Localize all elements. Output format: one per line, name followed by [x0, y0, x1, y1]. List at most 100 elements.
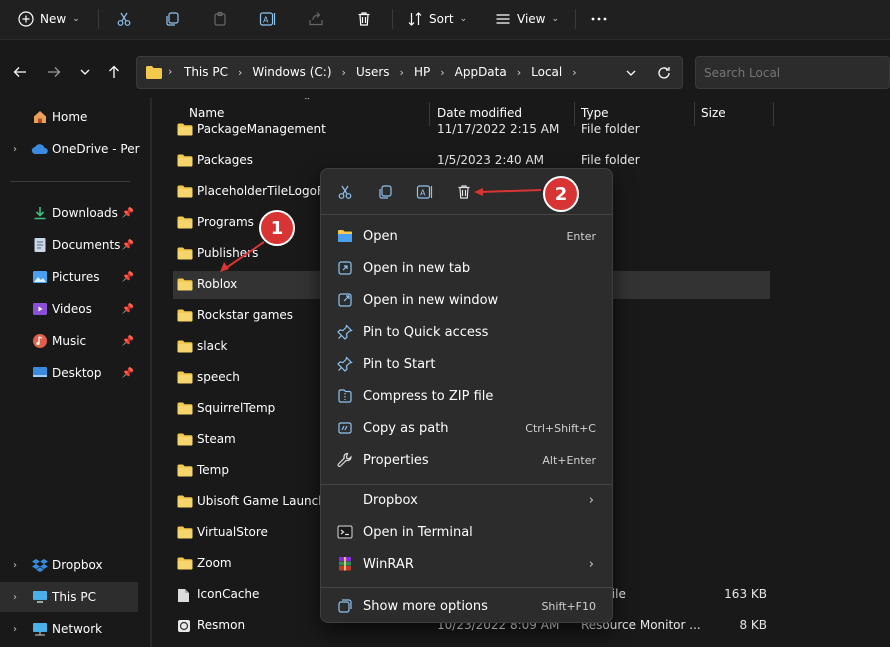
network-icon	[30, 621, 50, 637]
menu-item-compress-zip[interactable]: Compress to ZIP file	[327, 381, 606, 411]
file-date: 11/17/2022 2:15 AM	[437, 122, 560, 136]
sidebar-item-videos[interactable]: Videos 📌	[0, 296, 140, 322]
file-name: VirtualStore	[197, 525, 268, 539]
cut-button[interactable]	[116, 7, 132, 31]
chevron-right-icon[interactable]: ›	[509, 66, 529, 79]
chevron-right-icon[interactable]: ›	[0, 592, 30, 603]
sidebar-item-documents[interactable]: Documents 📌	[0, 232, 140, 258]
folder-icon	[177, 433, 193, 446]
sidebar-item-downloads[interactable]: Downloads 📌	[0, 200, 140, 226]
menu-item-pin-quick-access[interactable]: Pin to Quick access	[327, 317, 606, 347]
open-folder-icon	[327, 229, 363, 243]
music-icon	[30, 333, 50, 349]
column-divider[interactable]	[773, 102, 774, 126]
menu-delete-button[interactable]	[450, 180, 478, 204]
folder-icon	[177, 185, 193, 198]
file-icon	[177, 588, 190, 603]
pin-icon: 📌	[121, 207, 134, 219]
view-button[interactable]: View ⌄	[495, 7, 559, 31]
chevron-right-icon[interactable]: ›	[334, 66, 354, 79]
copy-icon	[379, 185, 392, 199]
toolbar-divider	[98, 9, 99, 29]
scissors-icon	[338, 185, 352, 199]
file-name: IconCache	[197, 587, 260, 601]
sort-button-label: Sort	[429, 12, 454, 26]
menu-item-shortcut: Ctrl+Shift+C	[525, 421, 596, 435]
sidebar-item-onedrive[interactable]: › OneDrive - Perso	[0, 136, 140, 162]
sort-button[interactable]: Sort ⌄	[407, 7, 467, 31]
chevron-down-icon	[626, 70, 636, 76]
menu-copy-button[interactable]	[371, 180, 399, 204]
sidebar-item-network[interactable]: › Network	[0, 616, 140, 642]
sidebar-item-music[interactable]: Music 📌	[0, 328, 140, 354]
menu-item-show-more-options[interactable]: Show more options Shift+F10	[327, 591, 606, 621]
pin-icon: 📌	[121, 335, 134, 347]
folder-icon	[146, 66, 162, 79]
breadcrumb-users[interactable]: Users	[354, 65, 392, 79]
menu-item-pin-start[interactable]: Pin to Start	[327, 349, 606, 379]
back-button[interactable]	[12, 64, 28, 80]
sidebar-item-pictures[interactable]: Pictures 📌	[0, 264, 140, 290]
resource-monitor-icon	[177, 619, 191, 633]
breadcrumb-hp[interactable]: HP	[412, 65, 432, 79]
copy-button[interactable]	[164, 7, 180, 31]
breadcrumb-this-pc[interactable]: This PC	[182, 65, 230, 79]
computer-icon	[30, 589, 50, 605]
picture-icon	[30, 269, 50, 285]
more-options-icon	[327, 598, 363, 614]
sidebar-item-home[interactable]: Home	[0, 104, 140, 130]
breadcrumb-appdata[interactable]: AppData	[453, 65, 509, 79]
refresh-icon	[658, 67, 670, 79]
annotation-badge-2: 2	[543, 176, 579, 212]
menu-item-open-new-window[interactable]: Open in new window	[327, 285, 606, 315]
forward-button[interactable]	[46, 64, 62, 80]
more-options-button[interactable]	[590, 7, 608, 31]
sidebar-item-dropbox[interactable]: › Dropbox	[0, 552, 140, 578]
chevron-right-icon[interactable]: ›	[564, 66, 584, 79]
folder-icon	[177, 123, 193, 136]
svg-text:A: A	[420, 189, 426, 198]
sidebar-scrollbar[interactable]	[150, 98, 152, 647]
menu-item-winrar[interactable]: WinRAR ›	[327, 549, 606, 579]
breadcrumb-local[interactable]: Local	[529, 65, 564, 79]
table-row[interactable]: PackageManagement 11/17/2022 2:15 AM File …	[173, 116, 770, 144]
chevron-right-icon[interactable]: ›	[0, 560, 30, 571]
new-button[interactable]: New ⌄	[18, 7, 80, 31]
svg-text:A: A	[263, 16, 269, 25]
up-button[interactable]	[106, 64, 122, 80]
chevron-right-icon[interactable]: ›	[230, 66, 250, 79]
menu-item-open-new-tab[interactable]: Open in new tab	[327, 253, 606, 283]
rename-button[interactable]: A	[259, 7, 277, 31]
folder-icon	[177, 557, 193, 570]
file-name: Rockstar games	[197, 308, 294, 322]
file-date: 1/5/2023 2:40 AM	[437, 153, 545, 167]
recent-locations-button[interactable]	[78, 64, 92, 80]
menu-item-dropbox[interactable]: Dropbox ›	[327, 485, 606, 515]
menu-item-open[interactable]: Open Enter	[327, 221, 606, 251]
search-input[interactable]	[695, 56, 890, 89]
file-name: speech	[197, 370, 240, 384]
delete-button[interactable]	[356, 7, 372, 31]
menu-item-properties[interactable]: Properties Alt+Enter	[327, 445, 606, 475]
address-bar[interactable]: › This PC › Windows (C:) › Users › HP › …	[136, 56, 683, 89]
wrench-icon	[327, 452, 363, 468]
menu-item-open-terminal[interactable]: Open in Terminal	[327, 517, 606, 547]
menu-item-label: Open in Terminal	[363, 524, 473, 540]
file-name: SquirrelTemp	[197, 401, 276, 415]
menu-cut-button[interactable]	[331, 180, 359, 204]
sidebar-item-this-pc[interactable]: › This PC	[0, 582, 138, 612]
address-history-button[interactable]	[624, 65, 638, 81]
chevron-right-icon[interactable]: ›	[0, 144, 30, 155]
sidebar-item-desktop[interactable]: Desktop 📌	[0, 360, 140, 386]
menu-item-copy-as-path[interactable]: Copy as path Ctrl+Shift+C	[327, 413, 606, 443]
share-button[interactable]	[308, 7, 324, 31]
menu-item-shortcut: Shift+F10	[541, 599, 596, 613]
paste-button[interactable]	[212, 7, 228, 31]
menu-rename-button[interactable]: A	[411, 180, 439, 204]
plus-circle-icon	[18, 11, 34, 27]
chevron-right-icon[interactable]: ›	[0, 624, 30, 635]
chevron-right-icon[interactable]: ›	[432, 66, 452, 79]
refresh-button[interactable]	[656, 65, 672, 81]
chevron-right-icon[interactable]: ›	[392, 66, 412, 79]
breadcrumb-windows-c[interactable]: Windows (C:)	[250, 65, 333, 79]
